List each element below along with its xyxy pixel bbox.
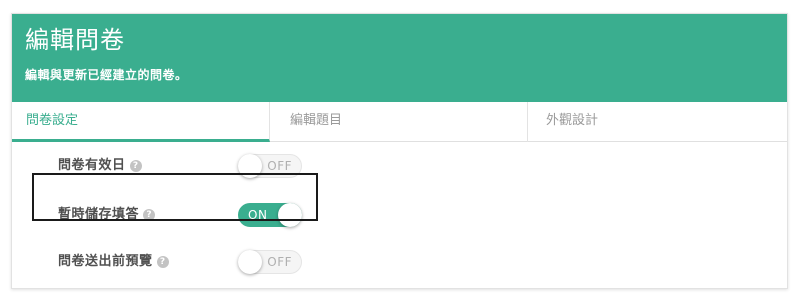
setting-row-preview-before-submit: 問卷送出前預覽 ? OFF (12, 244, 332, 280)
page-title: 編輯問卷 (25, 26, 125, 54)
help-icon[interactable]: ? (156, 256, 169, 268)
panel-header: 編輯問卷 編輯與更新已經建立的問卷。 (12, 14, 787, 102)
help-icon[interactable]: ? (129, 160, 142, 172)
edit-survey-panel: 編輯問卷 編輯與更新已經建立的問卷。 問卷設定 編輯題目 外觀設計 問卷有效日 … (11, 13, 788, 289)
highlight-annotation-box (32, 173, 318, 221)
page-subtitle: 編輯與更新已經建立的問卷。 (25, 68, 188, 82)
setting-label-preview-before-submit: 問卷送出前預覽 (58, 254, 153, 269)
preview-before-submit-toggle[interactable]: OFF (238, 250, 302, 274)
tab-edit-questions[interactable]: 編輯題目 (270, 102, 528, 142)
tab-appearance-design[interactable]: 外觀設計 (528, 102, 787, 142)
toggle-knob (238, 250, 262, 274)
tab-survey-settings[interactable]: 問卷設定 (12, 102, 270, 142)
toggle-state-text: OFF (267, 255, 292, 269)
tab-bar: 問卷設定 編輯題目 外觀設計 (12, 102, 787, 142)
